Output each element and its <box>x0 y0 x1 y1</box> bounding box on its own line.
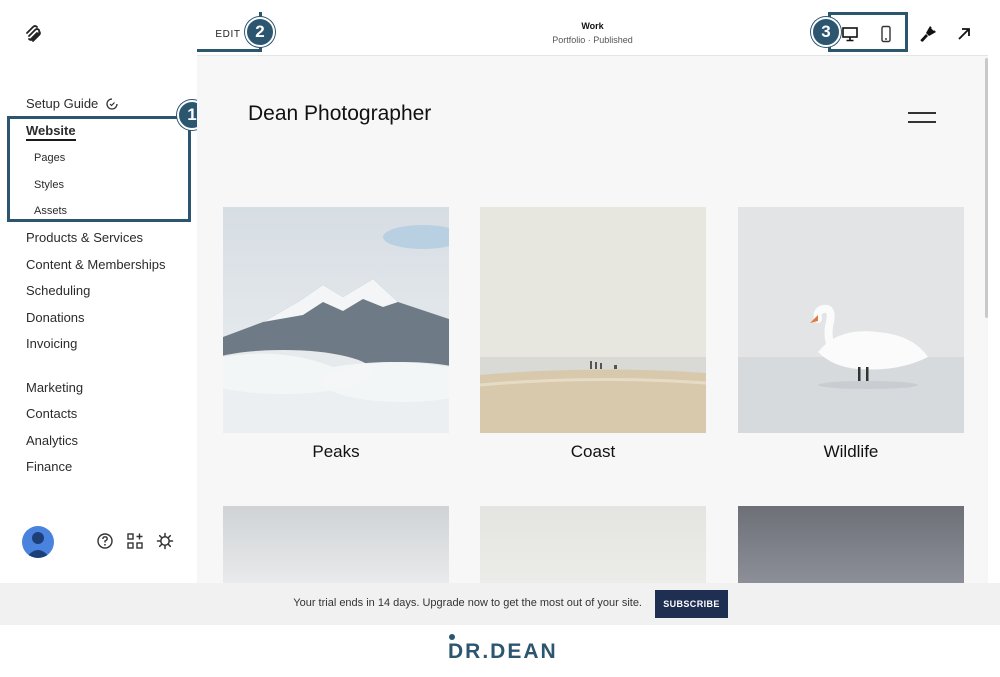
wildlife-photo <box>738 207 964 433</box>
hamburger-menu-icon[interactable] <box>908 112 936 124</box>
progress-ring-icon <box>106 98 118 110</box>
tile-photo <box>480 506 706 583</box>
highlight-website-menu <box>7 116 191 222</box>
preview-scrollbar[interactable] <box>985 58 988 318</box>
sidebar-item-invoicing[interactable]: Invoicing <box>26 336 77 351</box>
trial-banner: Your trial ends in 14 days. Upgrade now … <box>0 583 1000 625</box>
portfolio-tile-row2-3[interactable] <box>738 506 964 583</box>
step-badge-3: 3 <box>811 17 841 47</box>
sidebar-item-donations[interactable]: Donations <box>26 310 85 325</box>
coast-photo <box>480 207 706 433</box>
gear-icon[interactable] <box>156 532 174 550</box>
brand-letter-d: D <box>448 634 465 664</box>
user-silhouette-icon <box>26 532 50 558</box>
sidebar-item-setup-guide[interactable]: Setup Guide <box>26 96 118 111</box>
sidebar: Setup Guide Website Pages Styles Assets … <box>0 0 200 583</box>
sidebar-item-finance[interactable]: Finance <box>26 459 72 474</box>
portfolio-tile-wildlife[interactable]: Wildlife <box>738 207 964 462</box>
avatar[interactable] <box>22 526 54 558</box>
dr-dean-logo: DR.DEAN <box>448 634 558 664</box>
tile-photo <box>223 506 449 583</box>
squarespace-logo-icon[interactable] <box>24 24 44 44</box>
apps-grid-icon[interactable] <box>126 532 144 550</box>
trial-message: Your trial ends in 14 days. Upgrade now … <box>293 597 642 609</box>
arrow-up-right-icon[interactable] <box>954 24 974 44</box>
tile-caption: Coast <box>570 442 616 461</box>
sidebar-item-label: Setup Guide <box>26 96 99 111</box>
paintbrush-icon[interactable] <box>918 24 938 44</box>
portfolio-tile-coast[interactable]: Coast <box>480 207 706 462</box>
site-title[interactable]: Dean Photographer <box>248 102 431 126</box>
portfolio-tile-peaks[interactable]: Peaks <box>223 207 449 462</box>
brand-text: R.DEAN <box>465 640 558 663</box>
subscribe-button[interactable]: SUBSCRIBE <box>655 590 728 618</box>
sidebar-item-products-services[interactable]: Products & Services <box>26 230 143 245</box>
sidebar-item-contacts[interactable]: Contacts <box>26 406 77 421</box>
site-preview: Dean Photographer Peaks Coast Wildlife <box>200 56 985 583</box>
portfolio-tile-row2-1[interactable] <box>223 506 449 583</box>
help-icon[interactable] <box>96 532 114 550</box>
portfolio-tile-row2-2[interactable] <box>480 506 706 583</box>
sidebar-item-scheduling[interactable]: Scheduling <box>26 283 90 298</box>
sidebar-item-analytics[interactable]: Analytics <box>26 433 78 448</box>
sidebar-item-content-memberships[interactable]: Content & Memberships <box>26 257 165 272</box>
step-badge-2: 2 <box>245 17 275 47</box>
tile-photo <box>738 506 964 583</box>
peaks-photo <box>223 207 449 433</box>
sidebar-item-marketing[interactable]: Marketing <box>26 380 83 395</box>
tile-caption: Peaks <box>312 442 360 461</box>
tile-caption: Wildlife <box>823 442 879 461</box>
